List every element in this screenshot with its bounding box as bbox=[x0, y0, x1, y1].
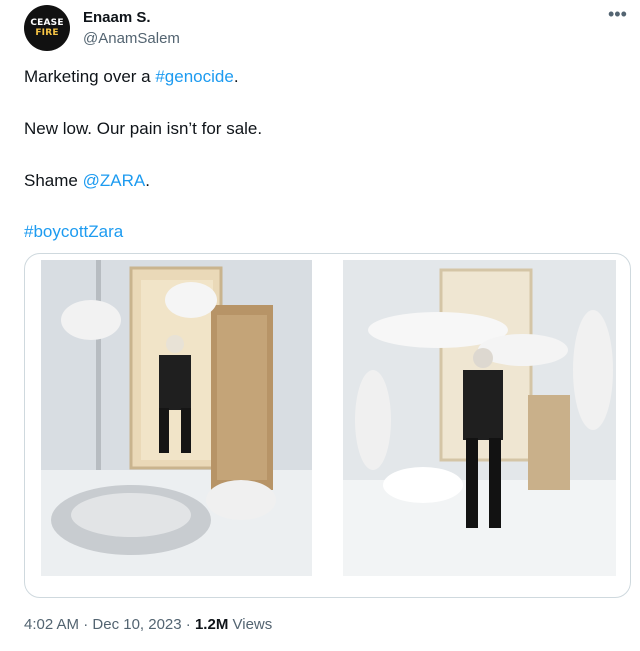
tweet-time[interactable]: 4:02 AM bbox=[24, 616, 79, 633]
avatar[interactable]: CEASE FIRE bbox=[24, 5, 70, 51]
tweet-date[interactable]: Dec 10, 2023 bbox=[92, 616, 181, 633]
meta-separator: · bbox=[185, 616, 191, 633]
tweet-text-line-2: New low. Our pain isn’t for sale. bbox=[24, 119, 263, 138]
tweet-meta: 4:02 AM · Dec 10, 2023 · 1.2M Views bbox=[24, 616, 272, 633]
avatar-text-cease: CEASE bbox=[30, 18, 64, 28]
photo-2-image bbox=[343, 260, 616, 576]
tweet-text: Shame bbox=[24, 171, 83, 190]
more-options-icon[interactable]: ••• bbox=[608, 4, 627, 25]
avatar-text-fire: FIRE bbox=[35, 28, 59, 38]
tweet-text-line-1: Marketing over a #genocide. bbox=[24, 67, 239, 87]
meta-separator: · bbox=[83, 616, 89, 633]
author-display-name[interactable]: Enaam S. bbox=[83, 9, 151, 26]
hashtag-genocide-link[interactable]: #genocide bbox=[155, 67, 233, 86]
mention-zara-link[interactable]: @ZARA bbox=[83, 171, 146, 190]
tweet: CEASE FIRE Enaam S. @AnamSalem ••• Marke… bbox=[0, 0, 640, 651]
views-count[interactable]: 1.2M bbox=[195, 616, 228, 633]
tweet-text-line-4: #boycottZara bbox=[24, 222, 123, 242]
hashtag-boycottzara-link[interactable]: #boycottZara bbox=[24, 222, 123, 241]
photo-1-image bbox=[41, 260, 312, 576]
tweet-text-punctuation: . bbox=[233, 67, 239, 86]
media-photo-1[interactable] bbox=[41, 260, 312, 576]
media-container bbox=[24, 253, 631, 598]
views-label: Views bbox=[232, 616, 273, 633]
media-photo-2[interactable] bbox=[343, 260, 616, 576]
tweet-text-line-3: Shame @ZARA. bbox=[24, 171, 150, 191]
tweet-text-punctuation: . bbox=[145, 171, 150, 190]
tweet-text: Marketing over a bbox=[24, 67, 156, 86]
author-handle[interactable]: @AnamSalem bbox=[83, 30, 180, 47]
